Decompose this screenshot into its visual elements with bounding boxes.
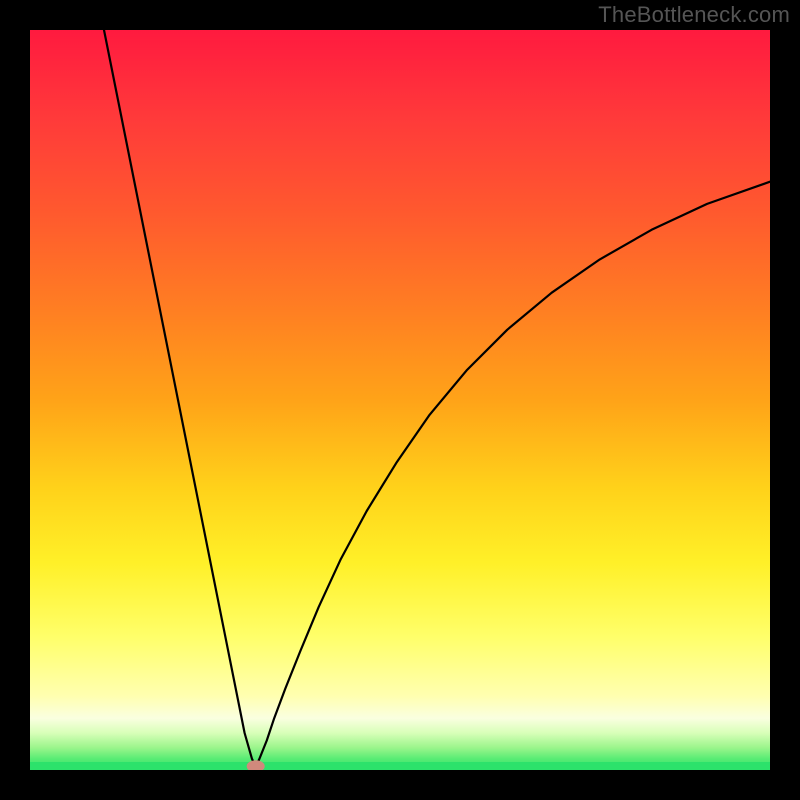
chart-frame: { "attribution": "TheBottleneck.com", "c… — [0, 0, 800, 800]
gradient-background — [30, 30, 770, 770]
attribution-text: TheBottleneck.com — [598, 2, 790, 28]
green-baseline-band — [30, 762, 770, 770]
bottleneck-chart — [30, 30, 770, 770]
